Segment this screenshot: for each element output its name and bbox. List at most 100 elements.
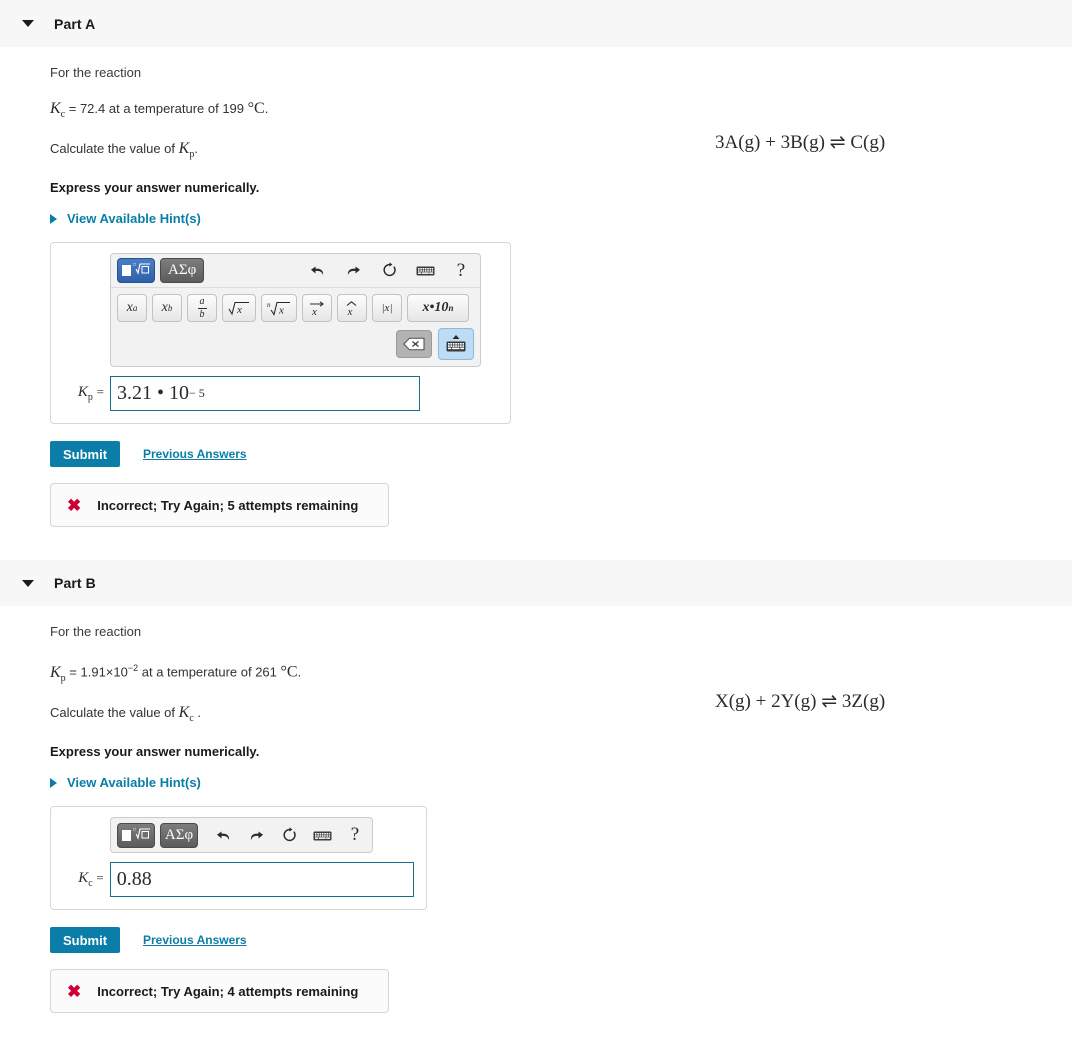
undo-icon[interactable] — [210, 823, 236, 847]
part-b-express-instruction: Express your answer numerically. — [50, 744, 260, 760]
part-b-answer-label: Kc = — [78, 870, 104, 890]
template-mode-button[interactable]: □ — [117, 258, 155, 284]
part-a-calculate-symbol: Kp — [178, 140, 195, 161]
keyboard-icon[interactable] — [309, 823, 335, 847]
part-b-feedback-box: ✖ Incorrect; Try Again; 4 attempts remai… — [50, 969, 389, 1014]
part-a-header[interactable]: Part A — [0, 0, 1072, 47]
part-a-answer-row: Kp = 3.21 • 10− 5 — [63, 376, 498, 412]
subscript-template-button[interactable]: xb — [152, 294, 182, 323]
part-b-feedback-text: Incorrect; Try Again; 4 attempts remaini… — [97, 983, 359, 999]
absolute-value-template-button[interactable]: | x | — [372, 294, 402, 323]
help-icon[interactable]: ? — [448, 259, 474, 283]
part-a-answer-label: Kp = — [77, 384, 104, 404]
radical-box-svg: □ — [133, 263, 150, 276]
svg-text:x: x — [347, 306, 353, 317]
undo-icon[interactable] — [304, 259, 330, 283]
part-a-submit-row: Submit Previous Answers — [50, 441, 1072, 468]
fraction-template-button[interactable]: ab — [187, 294, 217, 323]
part-b-answer-row: Kc = 0.88 — [63, 862, 414, 898]
part-b-reaction-equation: X(g) + 2Y(g) ⇌ 3Z(g) — [715, 691, 886, 713]
unit-vector-template-button[interactable]: x — [337, 294, 367, 323]
collapse-caret-icon[interactable] — [22, 579, 34, 587]
part-b-calculate-symbol: Kc — [178, 703, 194, 725]
part-a-answer-exponent: − 5 — [189, 386, 205, 401]
part-a-view-hints-link[interactable]: View Available Hint(s) — [50, 211, 1072, 226]
help-icon[interactable]: ? — [342, 823, 368, 847]
part-b-given-symbol: Kp — [50, 663, 66, 684]
part-b-for-the-reaction-label: For the reaction — [50, 624, 142, 640]
hint-expand-caret-icon — [50, 213, 57, 224]
part-b-toolbar-icons: ? — [203, 823, 368, 847]
part-b-view-hints-link[interactable]: View Available Hint(s) — [50, 775, 1072, 790]
square-root-template-button[interactable]: x — [222, 294, 256, 323]
keyboard-up-icon[interactable] — [438, 328, 474, 361]
part-a-answer-mantissa: 3.21 • 10 — [117, 382, 190, 405]
part-b-header[interactable]: Part B — [0, 559, 1072, 607]
svg-text:n: n — [267, 301, 271, 309]
part-a-calculate-period: . — [194, 141, 198, 157]
radical-box-icon: □ — [133, 261, 151, 280]
part-a-toolbar-row-actions — [111, 322, 480, 366]
svg-text:x: x — [236, 304, 242, 316]
part-a-block: Part A 3A(g) + 3B(g) ⇌ C(g) For the reac… — [0, 0, 1072, 559]
superscript-template-button[interactable]: xa — [117, 294, 147, 323]
svg-text:x: x — [278, 304, 284, 316]
part-a-submit-button[interactable]: Submit — [50, 441, 120, 468]
part-b-calculate-period: . — [197, 704, 202, 720]
greek-mode-label: ΑΣφ — [168, 262, 197, 279]
incorrect-x-icon: ✖ — [67, 981, 82, 1001]
part-b-given-line: Kp = 1.91×10−2 at a temperature of 261 °… — [50, 659, 1072, 688]
redo-icon[interactable] — [340, 259, 366, 283]
part-a-for-the-reaction-label: For the reaction — [50, 65, 142, 80]
part-b-block: Part B X(g) + 2Y(g) ⇌ 3Z(g) For the reac… — [0, 559, 1072, 1014]
part-a-math-toolbar: □ ΑΣφ ? x a x b a b x n x x x | x | x•10… — [110, 253, 481, 368]
keyboard-icon[interactable] — [412, 259, 438, 283]
part-a-given-text: = 72.4 at a temperature of 199 — [68, 101, 245, 116]
radical-box-svg: □ — [133, 828, 150, 840]
hint-expand-caret-icon — [50, 777, 57, 788]
part-b-given-unit: °C — [280, 663, 298, 681]
filled-square-icon — [121, 265, 131, 277]
part-a-answer-panel: □ ΑΣφ ? x a x b a b x n x x x | x | x•10… — [50, 242, 511, 425]
part-a-previous-answers-link[interactable]: Previous Answers — [143, 447, 247, 461]
part-b-given-text: = 1.91×10 — [69, 664, 128, 680]
part-b-answer-panel: □ ΑΣφ ? Kc = 0.88 — [50, 806, 427, 911]
svg-text:□: □ — [133, 263, 136, 268]
greek-symbols-mode-button[interactable]: ΑΣφ — [160, 822, 198, 848]
part-b-title: Part B — [54, 575, 96, 592]
part-b-calculate-line: Calculate the value of Kc . — [50, 704, 1072, 728]
part-b-math-toolbar: □ ΑΣφ ? — [110, 817, 373, 854]
part-b-submit-button[interactable]: Submit — [50, 927, 120, 954]
redo-icon[interactable] — [243, 823, 269, 847]
part-a-toolbar-row-modes: □ ΑΣφ ? — [111, 254, 480, 289]
svg-text:□: □ — [133, 828, 136, 833]
greek-symbols-mode-button[interactable]: ΑΣφ — [160, 258, 205, 284]
radical-box-icon: □ — [133, 826, 151, 845]
scientific-notation-template-button[interactable]: x•10 n — [407, 294, 469, 323]
part-a-feedback-text: Incorrect; Try Again; 5 attempts remaini… — [97, 497, 359, 513]
part-a-answer-input[interactable]: 3.21 • 10− 5 — [110, 376, 420, 412]
part-b-toolbar-row-modes: □ ΑΣφ ? — [111, 818, 372, 852]
part-b-submit-row: Submit Previous Answers — [50, 927, 1072, 954]
greek-mode-label: ΑΣφ — [164, 826, 194, 843]
part-b-given-tail: at a temperature of 261 — [138, 664, 277, 680]
part-a-body: 3A(g) + 3B(g) ⇌ C(g) For the reaction Kc… — [0, 47, 1072, 559]
part-b-given-period: . — [297, 664, 302, 680]
backspace-icon[interactable] — [396, 330, 432, 359]
part-b-answer-input[interactable]: 0.88 — [109, 862, 414, 898]
filled-square-icon — [121, 829, 131, 841]
part-a-given-unit: °C — [247, 100, 265, 117]
part-b-hints-label: View Available Hint(s) — [67, 775, 201, 791]
part-a-given-period: . — [264, 101, 269, 116]
reset-icon[interactable] — [376, 259, 402, 283]
nth-root-template-button[interactable]: n x — [261, 294, 297, 323]
reset-icon[interactable] — [276, 823, 302, 847]
part-a-toolbar-icons: ? — [294, 259, 474, 283]
part-a-feedback-box: ✖ Incorrect; Try Again; 5 attempts remai… — [50, 483, 389, 528]
part-b-previous-answers-link[interactable]: Previous Answers — [143, 933, 247, 947]
template-mode-button[interactable]: □ — [117, 822, 155, 848]
collapse-caret-icon[interactable] — [22, 20, 34, 27]
vector-template-button[interactable]: x — [302, 294, 332, 323]
part-a-express-instruction: Express your answer numerically. — [50, 180, 260, 196]
svg-text:x: x — [311, 306, 317, 317]
